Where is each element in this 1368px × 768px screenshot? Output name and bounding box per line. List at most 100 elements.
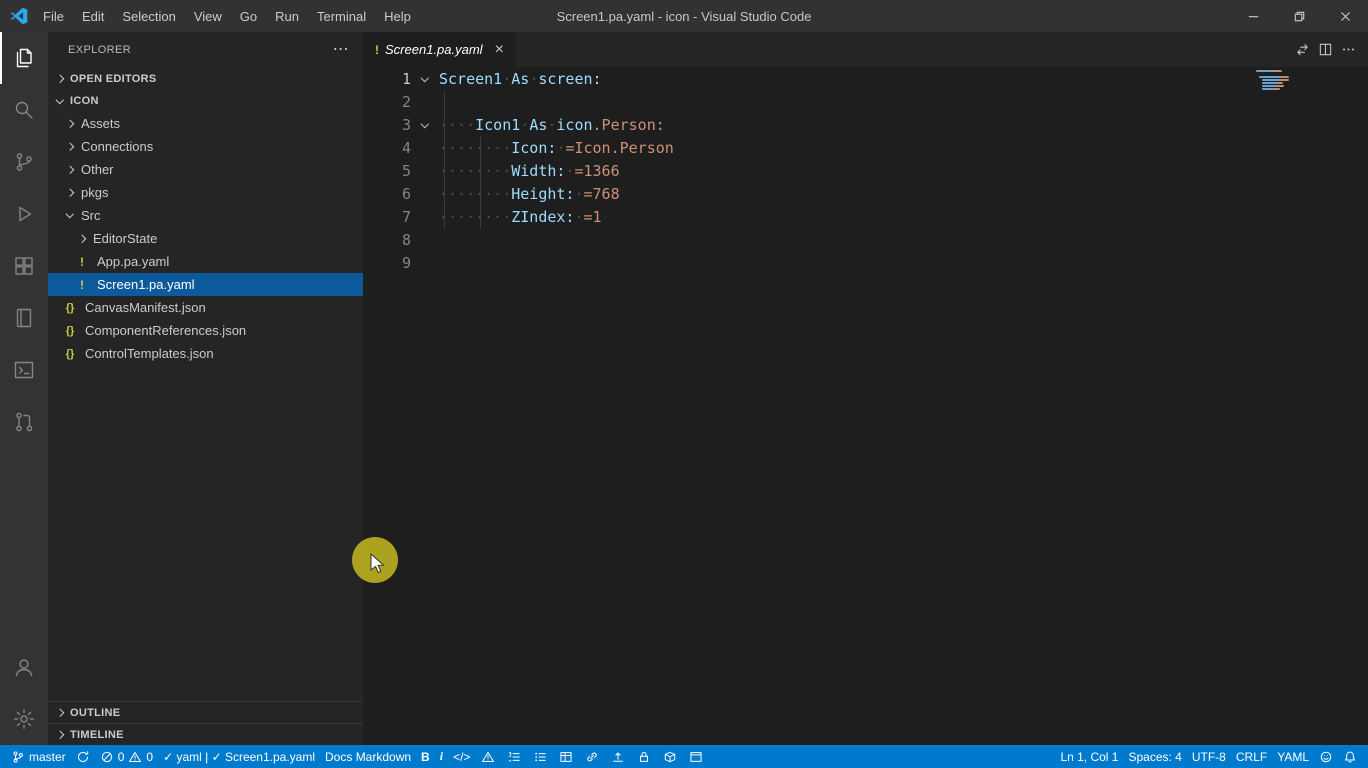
italic-button[interactable]: i	[435, 745, 448, 768]
explorer-activity-button[interactable]	[0, 32, 48, 84]
settings-gear-activity-button[interactable]	[0, 693, 48, 745]
source-control-activity-button[interactable]	[0, 136, 48, 188]
terminal-icon	[12, 358, 36, 382]
docs-markdown-status[interactable]: Docs Markdown	[320, 745, 416, 768]
tree-item-editorstate[interactable]: EditorState	[48, 227, 363, 250]
tree-item-pkgs[interactable]: pkgs	[48, 181, 363, 204]
close-button[interactable]	[1322, 0, 1368, 32]
code-text: ········Width:·=1366	[439, 162, 620, 180]
menu-help[interactable]: Help	[375, 0, 420, 32]
code-line-1[interactable]: 1 Screen1·As·screen:	[363, 68, 1368, 91]
lock-icon[interactable]	[631, 745, 657, 768]
alert-icon[interactable]	[475, 745, 501, 768]
code-line-9[interactable]: 9	[363, 252, 1368, 275]
notifications-button[interactable]	[1338, 745, 1362, 768]
branch-status[interactable]: master	[6, 745, 71, 768]
timeline-section[interactable]: TIMELINE	[48, 723, 363, 745]
code-line-3[interactable]: 3 ····Icon1·As·icon.Person:	[363, 114, 1368, 137]
branch-icon	[11, 750, 25, 764]
line-number: 1	[401, 70, 411, 88]
json-file-icon: {}	[65, 324, 75, 337]
code-line-2[interactable]: 2	[363, 91, 1368, 114]
notebook-activity-button[interactable]	[0, 292, 48, 344]
fold-gutter	[411, 229, 439, 252]
tree-item-canvasmanifest-json[interactable]: {} CanvasManifest.json	[48, 296, 363, 319]
indentation-status[interactable]: Spaces: 4	[1123, 745, 1186, 768]
code-text: ········Height:·=768	[439, 185, 620, 203]
sync-button[interactable]	[71, 745, 95, 768]
code-editor[interactable]: 1 Screen1·As·screen: 2 3 ····Icon1·As·icon.P…	[363, 67, 1368, 745]
tree-item-other[interactable]: Other	[48, 158, 363, 181]
code-line-8[interactable]: 8	[363, 229, 1368, 252]
activity-bar-bottom	[0, 641, 48, 745]
search-activity-button[interactable]	[0, 84, 48, 136]
fold-chevron-icon[interactable]	[411, 68, 439, 91]
status-bar-left: master 0 0 ✓ yaml | ✓ Screen1.pa.yaml Do…	[6, 745, 1055, 768]
run-debug-activity-button[interactable]	[0, 188, 48, 240]
menu-terminal[interactable]: Terminal	[308, 0, 375, 32]
code-line-5[interactable]: 5 ········Width:·=1366	[363, 160, 1368, 183]
yaml-schema-status[interactable]: ✓ yaml | ✓ Screen1.pa.yaml	[158, 745, 320, 768]
tree-item-screen1-pa-yaml[interactable]: ! Screen1.pa.yaml	[48, 273, 363, 296]
line-col-status[interactable]: Ln 1, Col 1	[1055, 745, 1123, 768]
feedback-button[interactable]	[1314, 745, 1338, 768]
docs-toolbar	[475, 745, 709, 768]
more-actions-icon[interactable]: ⋯	[333, 42, 349, 58]
open-editors-section[interactable]: OPEN EDITORS	[48, 68, 363, 90]
outline-section[interactable]: OUTLINE	[48, 701, 363, 723]
root-folder-section[interactable]: ICON	[48, 90, 363, 112]
feedback-smiley-icon	[1319, 750, 1333, 764]
editor-actions	[1295, 32, 1368, 67]
code-line-7[interactable]: 7 ········ZIndex:·=1	[363, 206, 1368, 229]
activity-bar-top	[0, 32, 48, 448]
run-debug-icon	[12, 202, 36, 226]
terminal-activity-button[interactable]	[0, 344, 48, 396]
menu-view[interactable]: View	[185, 0, 231, 32]
language-status[interactable]: YAML	[1272, 745, 1314, 768]
open-changes-icon[interactable]	[1295, 42, 1310, 57]
split-editor-icon[interactable]	[1318, 42, 1333, 57]
ordered-list-icon[interactable]	[501, 745, 527, 768]
restore-button[interactable]	[1276, 0, 1322, 32]
menu-file[interactable]: File	[34, 0, 73, 32]
minimize-button[interactable]	[1230, 0, 1276, 32]
sync-icon	[76, 750, 90, 764]
unordered-list-icon[interactable]	[527, 745, 553, 768]
table-icon[interactable]	[553, 745, 579, 768]
code-line-4[interactable]: 4 ········Icon:·=Icon.Person	[363, 137, 1368, 160]
link-icon[interactable]	[579, 745, 605, 768]
fold-gutter	[411, 252, 439, 275]
package-icon[interactable]	[657, 745, 683, 768]
fold-gutter	[411, 137, 439, 160]
extensions-activity-button[interactable]	[0, 240, 48, 292]
account-activity-button[interactable]	[0, 641, 48, 693]
eol-status[interactable]: CRLF	[1231, 745, 1272, 768]
problems-status[interactable]: 0 0	[95, 745, 158, 768]
workbench: EXPLORER ⋯ OPEN EDITORS ICON Assets Conne…	[0, 32, 1368, 745]
tab-screen1-pa-yaml[interactable]: ! Screen1.pa.yaml ×	[363, 32, 516, 67]
menu-selection[interactable]: Selection	[113, 0, 184, 32]
tree-item-connections[interactable]: Connections	[48, 135, 363, 158]
upload-icon[interactable]	[605, 745, 631, 768]
pull-request-activity-button[interactable]	[0, 396, 48, 448]
code-block-button[interactable]: </>	[448, 745, 475, 768]
tree-item-assets[interactable]: Assets	[48, 112, 363, 135]
code-text: ····Icon1·As·icon.Person:	[439, 116, 665, 134]
fold-chevron-icon[interactable]	[411, 114, 439, 137]
preview-window-icon[interactable]	[683, 745, 709, 768]
code-line-6[interactable]: 6 ········Height:·=768	[363, 183, 1368, 206]
close-tab-icon[interactable]: ×	[495, 41, 504, 58]
menu-edit[interactable]: Edit	[73, 0, 113, 32]
chevron-right-icon	[62, 165, 78, 174]
menu-go[interactable]: Go	[231, 0, 266, 32]
tree-item-componentreferences-json[interactable]: {} ComponentReferences.json	[48, 319, 363, 342]
bold-button[interactable]: B	[416, 745, 435, 768]
tree-item-controltemplates-json[interactable]: {} ControlTemplates.json	[48, 342, 363, 365]
yaml-file-icon: !	[375, 42, 379, 57]
tree-item-src[interactable]: Src	[48, 204, 363, 227]
encoding-status[interactable]: UTF-8	[1187, 745, 1231, 768]
tree-item-app-pa-yaml[interactable]: ! App.pa.yaml	[48, 250, 363, 273]
more-actions-icon[interactable]	[1341, 42, 1356, 57]
menu-run[interactable]: Run	[266, 0, 308, 32]
yaml-file-icon: !	[80, 277, 84, 292]
